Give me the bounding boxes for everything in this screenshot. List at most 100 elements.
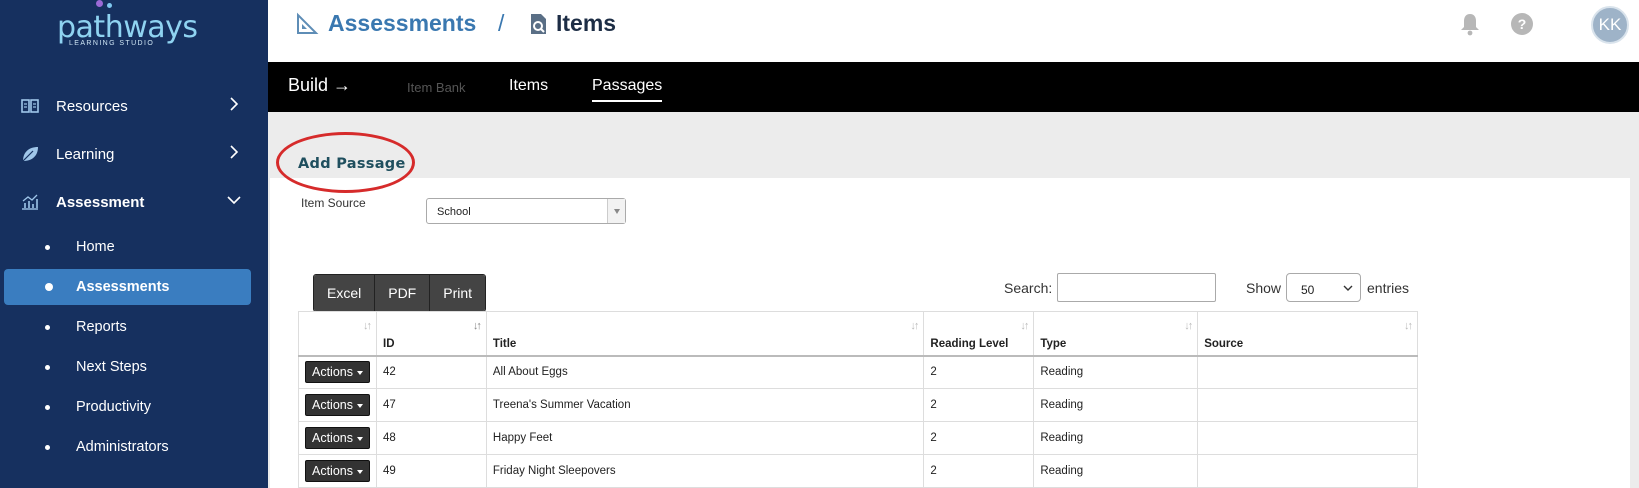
page-length-select[interactable]: 50 bbox=[1286, 273, 1361, 302]
sidebar-subitem-next-steps[interactable]: Next Steps bbox=[0, 350, 268, 384]
caret-down-icon bbox=[357, 370, 363, 375]
actions-cell: Actions bbox=[298, 454, 377, 488]
actions-dropdown-button[interactable]: Actions bbox=[305, 394, 370, 416]
source-cell bbox=[1197, 388, 1418, 422]
caret-down-icon bbox=[357, 469, 363, 474]
entries-label: entries bbox=[1367, 280, 1410, 296]
sidebar-item-label: Learning bbox=[56, 145, 115, 163]
type-cell: Reading bbox=[1033, 355, 1199, 389]
svg-text:?: ? bbox=[1518, 16, 1527, 32]
title-cell: All About Eggs bbox=[485, 355, 925, 389]
column-header-label: Source bbox=[1204, 337, 1244, 350]
column-header-label: Type bbox=[1040, 337, 1067, 350]
table-row: Actions 47 Treena's Summer Vacation 2 Re… bbox=[298, 388, 1418, 422]
table-row: Actions 49 Friday Night Sleepovers 2 Rea… bbox=[298, 454, 1418, 488]
page-header: Assessments / Items ? KK bbox=[268, 0, 1639, 62]
breadcrumb-assessments[interactable]: Assessments bbox=[328, 10, 476, 37]
chevron-right-icon bbox=[230, 145, 239, 159]
actions-label: Actions bbox=[312, 365, 353, 380]
caret-down-icon bbox=[357, 403, 363, 408]
bullet-icon bbox=[45, 364, 50, 370]
sidebar-subitem-label: Next Steps bbox=[76, 359, 147, 375]
bullet-icon bbox=[45, 283, 53, 291]
sidebar-item-label: Resources bbox=[56, 97, 128, 115]
bullet-icon bbox=[45, 444, 50, 450]
id-cell: 48 bbox=[376, 421, 487, 455]
sidebar-item-learning[interactable]: Learning bbox=[0, 136, 268, 172]
avatar[interactable]: KK bbox=[1591, 6, 1629, 44]
actions-label: Actions bbox=[312, 464, 353, 478]
source-cell bbox=[1197, 355, 1418, 389]
actions-dropdown-button[interactable]: Actions bbox=[305, 427, 370, 449]
reading-level-cell: 2 bbox=[923, 421, 1035, 455]
search-label: Search: bbox=[1004, 280, 1053, 296]
type-cell: Reading bbox=[1033, 388, 1199, 422]
sidebar-item-assessment[interactable]: Assessment bbox=[0, 184, 268, 220]
pathways-logo[interactable]: pathways LEARNING STUDIO bbox=[55, 0, 205, 52]
column-header-actions[interactable]: ↓↑ bbox=[298, 311, 377, 357]
column-header-title[interactable]: Title ↓↑ bbox=[485, 311, 925, 357]
sort-icon: ↓↑ bbox=[910, 320, 919, 332]
sort-asc-icon: ↓↑ bbox=[472, 320, 482, 332]
sort-icon: ↓↑ bbox=[363, 320, 372, 332]
sidebar-subitem-administrators[interactable]: Administrators bbox=[0, 430, 268, 464]
tab-passages[interactable]: Passages bbox=[592, 77, 663, 102]
excel-button[interactable]: Excel bbox=[314, 275, 376, 311]
sidebar-subitem-reports[interactable]: Reports bbox=[0, 310, 268, 344]
dropdown-arrow-icon bbox=[607, 199, 625, 223]
actions-cell: Actions bbox=[298, 388, 377, 422]
build-toolbar: Build → Item Bank Items Passages bbox=[268, 62, 1639, 112]
table-row: Actions 42 All About Eggs 2 Reading bbox=[298, 355, 1418, 389]
print-button[interactable]: Print bbox=[430, 275, 486, 311]
chevron-right-icon bbox=[230, 97, 239, 111]
file-search-icon bbox=[531, 14, 546, 34]
ruler-triangle-icon bbox=[297, 12, 319, 34]
page-length-value: 50 bbox=[1301, 283, 1315, 297]
title-cell: Happy Feet bbox=[485, 421, 925, 455]
item-source-select[interactable]: School bbox=[426, 198, 626, 224]
sidebar-subitem-productivity[interactable]: Productivity bbox=[0, 390, 268, 424]
type-cell: Reading bbox=[1033, 421, 1199, 455]
id-cell: 47 bbox=[376, 388, 487, 422]
bell-icon[interactable] bbox=[1458, 12, 1482, 36]
sidebar-subitem-label: Home bbox=[76, 239, 115, 255]
pdf-button[interactable]: PDF bbox=[375, 275, 431, 311]
column-header-reading-level[interactable]: Reading Level ↓↑ bbox=[923, 311, 1035, 357]
id-cell: 49 bbox=[376, 454, 487, 488]
table-row: Actions 48 Happy Feet 2 Reading bbox=[298, 421, 1418, 455]
build-label: Build → bbox=[288, 75, 352, 95]
reading-level-cell: 2 bbox=[923, 355, 1035, 389]
source-cell bbox=[1197, 421, 1418, 455]
bullet-icon bbox=[45, 244, 50, 250]
bullet-icon bbox=[45, 324, 50, 330]
logo-dot bbox=[107, 3, 112, 8]
column-header-label: Reading Level bbox=[930, 337, 1009, 350]
chevron-down-icon bbox=[1343, 285, 1353, 291]
sort-icon: ↓↑ bbox=[1020, 320, 1029, 332]
search-input[interactable] bbox=[1057, 273, 1216, 302]
actions-cell: Actions bbox=[298, 355, 377, 389]
chevron-down-icon bbox=[227, 196, 241, 205]
export-button-group: Excel PDF Print bbox=[313, 274, 487, 312]
sidebar-subitem-assessments[interactable]: Assessments bbox=[4, 269, 251, 305]
bullet-icon bbox=[45, 404, 50, 410]
column-header-id[interactable]: ID ↓↑ bbox=[376, 311, 487, 357]
tab-items[interactable]: Items bbox=[509, 77, 548, 95]
passages-table: ↓↑ ID ↓↑ Title ↓↑ Reading Level ↓↑ Type … bbox=[298, 311, 1418, 488]
actions-dropdown-button[interactable]: Actions bbox=[305, 361, 370, 384]
sidebar-item-resources[interactable]: Resources bbox=[0, 88, 268, 124]
title-cell: Treena's Summer Vacation bbox=[485, 388, 925, 422]
table-header-row: ↓↑ ID ↓↑ Title ↓↑ Reading Level ↓↑ Type … bbox=[298, 311, 1418, 357]
tab-item-bank[interactable]: Item Bank bbox=[407, 80, 466, 95]
logo-tagline: LEARNING STUDIO bbox=[69, 40, 155, 47]
breadcrumb-items: Items bbox=[556, 10, 617, 36]
help-icon[interactable]: ? bbox=[1510, 12, 1534, 36]
sidebar-subitem-home[interactable]: Home bbox=[0, 230, 268, 264]
reading-level-cell: 2 bbox=[923, 454, 1035, 488]
actions-dropdown-button[interactable]: Actions bbox=[305, 460, 370, 482]
actions-label: Actions bbox=[312, 431, 353, 445]
column-header-type[interactable]: Type ↓↑ bbox=[1033, 311, 1199, 357]
leaf-icon bbox=[22, 147, 38, 162]
column-header-source[interactable]: Source ↓↑ bbox=[1197, 311, 1418, 357]
sidebar-subitem-label: Administrators bbox=[76, 439, 169, 455]
